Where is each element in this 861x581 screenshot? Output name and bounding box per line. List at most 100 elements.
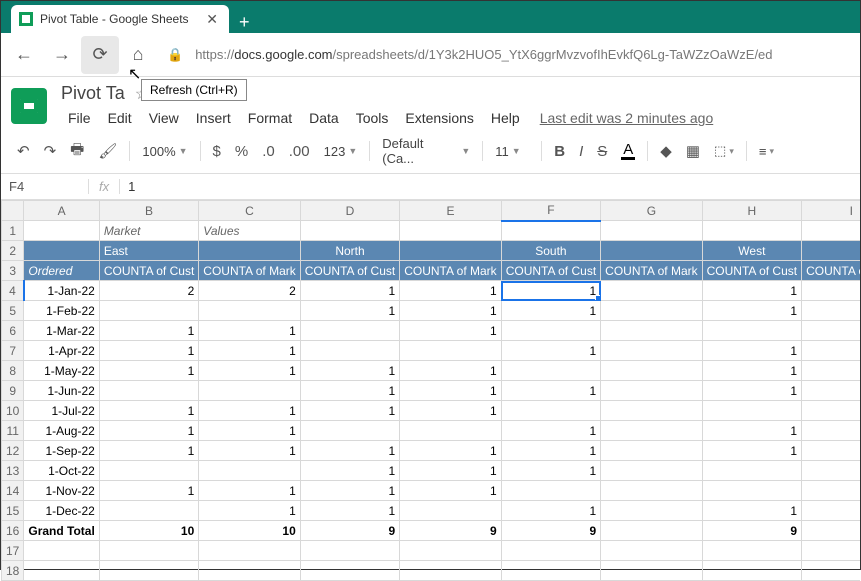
zoom-select[interactable]: 100% ▼ [136,142,193,161]
empty-cell[interactable] [99,541,198,561]
data-cell[interactable]: 1 [300,461,399,481]
data-cell[interactable] [702,401,801,421]
borders-button[interactable]: ▦ [680,138,706,164]
row-head[interactable]: 6 [2,321,24,341]
data-cell[interactable]: 1 [400,361,501,381]
empty-cell[interactable] [601,541,702,561]
date-cell[interactable]: 1-Oct-22 [24,461,99,481]
align-button[interactable]: ≡ ▾ [753,142,780,161]
data-cell[interactable]: 1 [400,461,501,481]
row-head[interactable]: 9 [2,381,24,401]
data-cell[interactable]: 1 [400,301,501,321]
spreadsheet-grid[interactable]: ABCDEFGHI1MarketValues2EastNorthSouthWes… [1,200,860,581]
doc-title[interactable]: Pivot Ta [61,83,125,104]
data-cell[interactable] [501,481,600,501]
data-cell[interactable]: 1 [400,441,501,461]
data-cell[interactable]: 1 [501,501,600,521]
data-cell[interactable]: 1 [300,401,399,421]
menu-view[interactable]: View [142,107,186,129]
data-cell[interactable]: 1 [300,381,399,401]
row-head[interactable]: 17 [2,541,24,561]
data-cell[interactable] [702,481,801,501]
data-cell[interactable]: 1 [400,381,501,401]
row-head[interactable]: 13 [2,461,24,481]
data-cell[interactable]: 1 [802,441,860,461]
data-cell[interactable]: 1 [702,281,801,301]
more-formats-select[interactable]: 123 ▼ [318,142,364,161]
data-cell[interactable] [702,461,801,481]
data-cell[interactable]: 1 [199,341,300,361]
row-head[interactable]: 3 [2,261,24,281]
data-cell[interactable]: 1 [199,361,300,381]
empty-cell[interactable] [300,541,399,561]
data-cell[interactable]: 1 [400,281,501,301]
data-cell[interactable] [601,401,702,421]
empty-cell[interactable] [99,561,198,581]
merge-button[interactable]: ⬚ ▾ [708,141,740,161]
home-button[interactable]: ⌂ [119,36,157,74]
data-cell[interactable] [99,381,198,401]
data-cell[interactable]: 1 [300,501,399,521]
data-cell[interactable]: 1 [802,301,860,321]
data-cell[interactable] [802,461,860,481]
col-head-D[interactable]: D [300,201,399,221]
italic-button[interactable]: I [573,139,589,164]
col-head-I[interactable]: I [802,201,860,221]
data-cell[interactable]: 1 [199,441,300,461]
data-cell[interactable]: 1 [501,381,600,401]
data-cell[interactable]: 1 [501,461,600,481]
data-cell[interactable]: 1 [400,481,501,501]
data-cell[interactable]: 1 [199,321,300,341]
date-cell[interactable]: 1-Jan-22 [24,281,99,301]
data-cell[interactable] [601,501,702,521]
col-head-F[interactable]: F [501,201,600,221]
date-cell[interactable]: 1-Apr-22 [24,341,99,361]
data-cell[interactable]: 1 [400,401,501,421]
paint-format-button[interactable]: 🖌 [92,138,123,164]
data-cell[interactable] [601,301,702,321]
col-head-C[interactable]: C [199,201,300,221]
row-head[interactable]: 5 [2,301,24,321]
data-cell[interactable] [601,481,702,501]
data-cell[interactable]: 1 [702,301,801,321]
empty-cell[interactable] [501,541,600,561]
col-head-E[interactable]: E [400,201,501,221]
decrease-decimal-button[interactable]: .0 [256,139,281,164]
percent-button[interactable]: % [229,139,254,164]
menu-edit[interactable]: Edit [101,107,139,129]
data-cell[interactable]: 1 [99,441,198,461]
data-cell[interactable]: 1 [802,421,860,441]
empty-cell[interactable] [501,561,600,581]
cell-reference[interactable]: F4 [1,179,89,194]
data-cell[interactable]: 2 [99,281,198,301]
row-head[interactable]: 12 [2,441,24,461]
row-head[interactable]: 1 [2,221,24,241]
data-cell[interactable]: 1 [199,401,300,421]
increase-decimal-button[interactable]: .00 [283,139,316,164]
data-cell[interactable]: 1 [300,361,399,381]
data-cell[interactable] [199,301,300,321]
data-cell[interactable]: 1 [300,281,399,301]
data-cell[interactable]: 1 [199,501,300,521]
select-all-corner[interactable] [2,201,24,221]
data-cell[interactable]: 1 [99,481,198,501]
forward-button[interactable]: → [43,36,81,74]
data-cell[interactable]: 1 [199,481,300,501]
data-cell[interactable]: 1 [702,381,801,401]
data-cell[interactable] [400,341,501,361]
row-head[interactable]: 16 [2,521,24,541]
data-cell[interactable]: 1 [702,501,801,521]
data-cell[interactable] [99,301,198,321]
fill-color-button[interactable]: ◆ [654,138,678,164]
col-head-B[interactable]: B [99,201,198,221]
date-cell[interactable]: 1-Jun-22 [24,381,99,401]
data-cell[interactable] [601,441,702,461]
data-cell[interactable] [802,481,860,501]
refresh-button[interactable]: ⟳ [81,36,119,74]
data-cell[interactable]: 1 [501,341,600,361]
row-head[interactable]: 15 [2,501,24,521]
data-cell[interactable]: 1 [802,341,860,361]
text-color-button[interactable]: A [615,139,641,164]
data-cell[interactable]: 1 [702,441,801,461]
row-head[interactable]: 7 [2,341,24,361]
